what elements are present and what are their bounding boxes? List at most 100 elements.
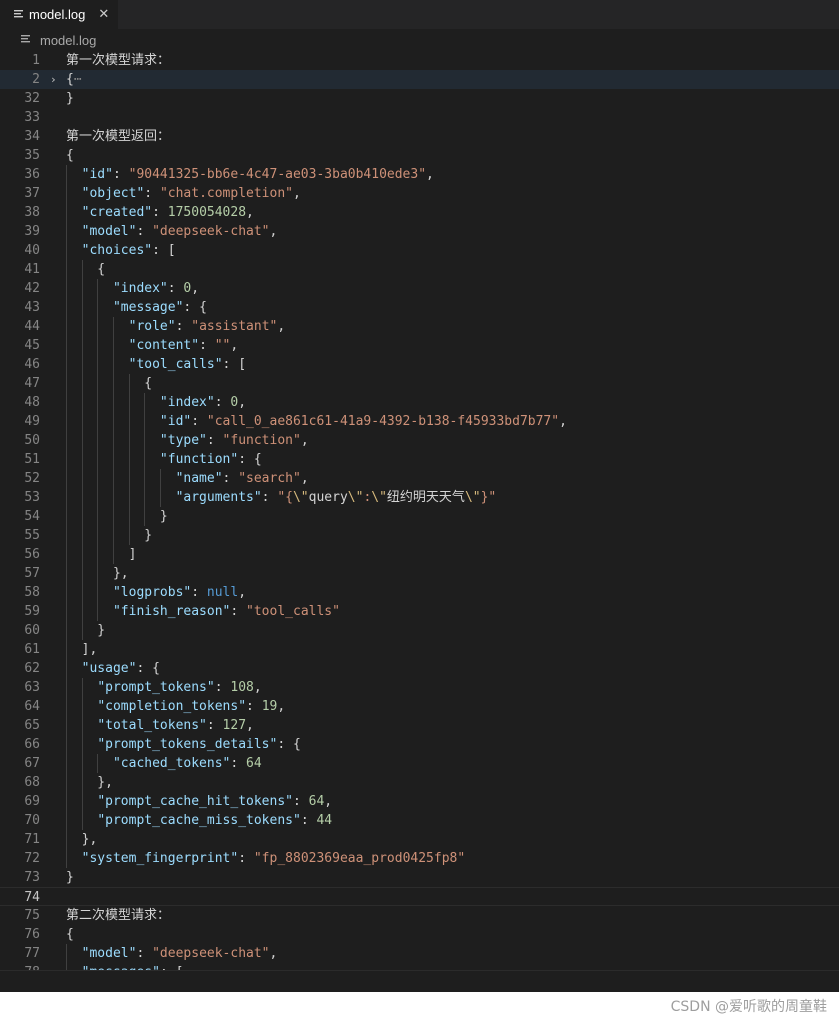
line-text: "prompt_cache_miss_tokens": 44	[66, 811, 332, 830]
indent-guide	[144, 450, 146, 469]
code-line[interactable]: 57 },	[0, 564, 839, 583]
token: "type"	[159, 433, 207, 448]
code-line[interactable]: 56 ]	[0, 545, 839, 564]
line-number: 34	[24, 129, 40, 144]
token: : {	[136, 661, 160, 676]
horizontal-scrollbar[interactable]	[0, 970, 839, 992]
indent-guide	[97, 317, 99, 336]
code-line[interactable]: 43 "message": {	[0, 298, 839, 317]
token: "{	[277, 490, 293, 505]
indent-guide	[112, 317, 114, 336]
code-line[interactable]: 77 "model": "deepseek-chat",	[0, 944, 839, 963]
code-line[interactable]: 38 "created": 1750054028,	[0, 203, 839, 222]
token: "system_fingerprint"	[81, 851, 239, 866]
line-number: 58	[24, 585, 40, 600]
code-line[interactable]: 71 },	[0, 830, 839, 849]
code-line[interactable]: 58 "logprobs": null,	[0, 583, 839, 602]
code-line[interactable]: 51 "function": {	[0, 450, 839, 469]
indent-guide	[81, 355, 83, 374]
code-area[interactable]: 1 第一次模型请求： 2 › {⋯ 32} 33 34 第一次模型返回： 35{36 "id": …	[0, 51, 839, 982]
code-line[interactable]: 48 "index": 0,	[0, 393, 839, 412]
code-line[interactable]: 53 "arguments": "{\"query\":\"纽约明天天气\"}"	[0, 488, 839, 507]
code-line[interactable]: 61 ],	[0, 640, 839, 659]
line-text: "model": "deepseek-chat",	[66, 222, 278, 241]
token: "cached_tokens"	[112, 756, 231, 771]
token: 第一次模型请求：	[66, 53, 171, 68]
token: }	[66, 91, 74, 106]
code-line[interactable]: 70 "prompt_cache_miss_tokens": 44	[0, 811, 839, 830]
code-line[interactable]: 32}	[0, 89, 839, 108]
indent-guide	[66, 507, 67, 526]
indent-guide	[112, 469, 114, 488]
token: "model"	[81, 946, 137, 961]
indent-guide	[81, 469, 83, 488]
line-text: {	[66, 925, 74, 944]
code-line[interactable]: 66 "prompt_tokens_details": {	[0, 735, 839, 754]
indent-guide	[144, 507, 146, 526]
token: "index"	[112, 281, 168, 296]
code-line[interactable]: 46 "tool_calls": [	[0, 355, 839, 374]
token: "finish_reason"	[112, 604, 231, 619]
token: "created"	[81, 205, 153, 220]
code-line[interactable]: 47 {	[0, 374, 839, 393]
code-line[interactable]: 55 }	[0, 526, 839, 545]
code-line[interactable]: 69 "prompt_cache_hit_tokens": 64,	[0, 792, 839, 811]
indent-guide	[97, 336, 99, 355]
token: :	[191, 414, 207, 429]
code-line[interactable]: 52 "name": "search",	[0, 469, 839, 488]
close-icon[interactable]: ✕	[98, 7, 109, 22]
indent-guide	[66, 811, 67, 830]
code-line[interactable]: 68 },	[0, 773, 839, 792]
code-line[interactable]: 54 }	[0, 507, 839, 526]
code-line[interactable]: 1 第一次模型请求：	[0, 51, 839, 70]
code-line[interactable]: 42 "index": 0,	[0, 279, 839, 298]
token: "index"	[159, 395, 215, 410]
token: ,	[300, 433, 309, 448]
code-line[interactable]: 67 "cached_tokens": 64	[0, 754, 839, 773]
line-text: "choices": [	[66, 241, 176, 260]
indent-guide	[66, 431, 67, 450]
code-line[interactable]: 74	[0, 887, 839, 906]
line-text: "usage": {	[66, 659, 160, 678]
code-line[interactable]: 2 › {⋯	[0, 70, 839, 89]
line-text: }	[66, 89, 74, 108]
line-number: 49	[24, 414, 40, 429]
indent-guide	[81, 336, 83, 355]
code-line[interactable]: 60 }	[0, 621, 839, 640]
code-line[interactable]: 65 "total_tokens": 127,	[0, 716, 839, 735]
line-number: 77	[24, 946, 40, 961]
code-line[interactable]: 49 "id": "call_0_ae861c61-41a9-4392-b138…	[0, 412, 839, 431]
fold-chevron-icon[interactable]: ›	[50, 70, 62, 89]
indent-guide	[66, 640, 67, 659]
code-line[interactable]: 45 "content": "",	[0, 336, 839, 355]
code-line[interactable]: 76 {	[0, 925, 839, 944]
code-line[interactable]: 75 第二次模型请求：	[0, 906, 839, 925]
breadcrumb-file[interactable]: model.log	[40, 33, 96, 48]
code-line[interactable]: 59 "finish_reason": "tool_calls"	[0, 602, 839, 621]
code-line[interactable]: 39 "model": "deepseek-chat",	[0, 222, 839, 241]
line-text: }	[66, 868, 74, 887]
tab-model-log[interactable]: model.log ✕	[0, 0, 118, 29]
code-line[interactable]: 44 "role": "assistant",	[0, 317, 839, 336]
code-line[interactable]: 63 "prompt_tokens": 108,	[0, 678, 839, 697]
code-line[interactable]: 62 "usage": {	[0, 659, 839, 678]
code-line[interactable]: 64 "completion_tokens": 19,	[0, 697, 839, 716]
code-line[interactable]: 36 "id": "90441325-bb6e-4c47-ae03-3ba0b4…	[0, 165, 839, 184]
code-line[interactable]: 40 "choices": [	[0, 241, 839, 260]
token: :	[112, 167, 129, 182]
line-number: 61	[24, 642, 40, 657]
line-text: ]	[66, 545, 137, 564]
code-line[interactable]: 41 {	[0, 260, 839, 279]
code-line[interactable]: 72 "system_fingerprint": "fp_8802369eaa_…	[0, 849, 839, 868]
code-line[interactable]: 34 第一次模型返回：	[0, 127, 839, 146]
code-line[interactable]: 37 "object": "chat.completion",	[0, 184, 839, 203]
line-text: "cached_tokens": 64	[66, 754, 262, 773]
code-line[interactable]: 33	[0, 108, 839, 127]
code-line[interactable]: 35 {	[0, 146, 839, 165]
code-line[interactable]: 50 "type": "function",	[0, 431, 839, 450]
code-line[interactable]: 73}	[0, 868, 839, 887]
indent-guide	[159, 469, 161, 488]
line-number: 75	[24, 908, 40, 923]
